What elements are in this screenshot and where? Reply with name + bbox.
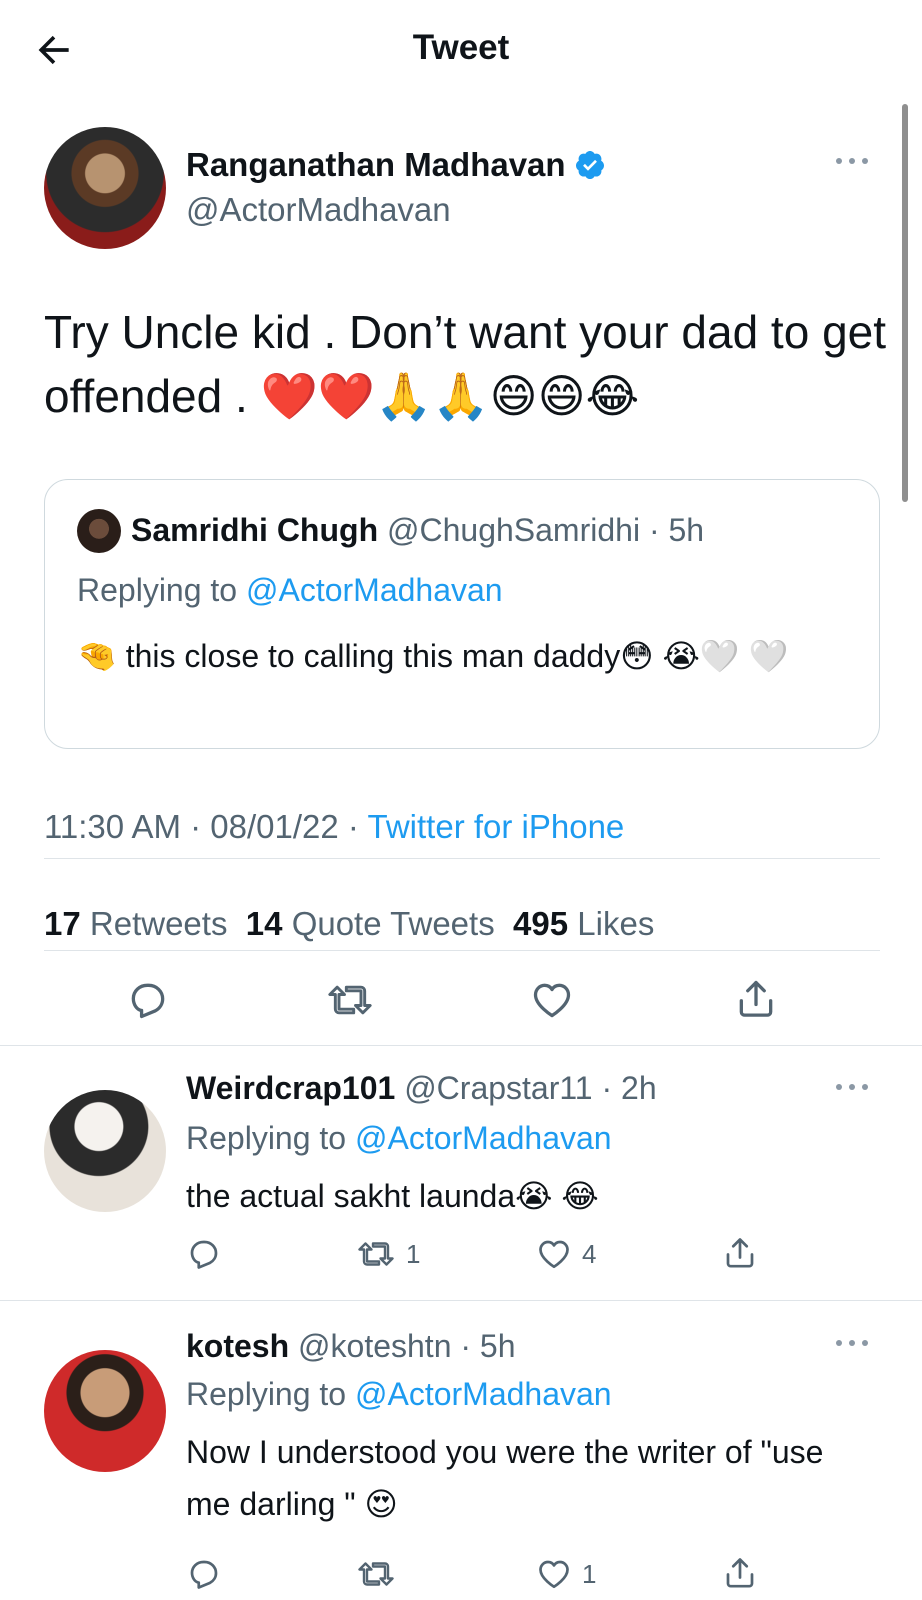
more-horizontal-icon[interactable] (834, 1082, 870, 1092)
retweet-icon (358, 1242, 394, 1266)
quoted-replying-to: Replying to @ActorMadhavan (77, 572, 503, 609)
retweet-button[interactable] (326, 978, 374, 1022)
retweet-button[interactable] (356, 1556, 396, 1592)
author-name-label: Ranganathan Madhavan (186, 146, 566, 183)
like-button[interactable]: 1 (536, 1556, 596, 1592)
quoted-author-name: Samridhi Chugh (131, 512, 379, 548)
replying-handle-link[interactable]: @ActorMadhavan (246, 572, 503, 608)
quoted-text: 🤏 this close to calling this man daddy😳 … (77, 638, 789, 674)
likes-count: 495 (513, 905, 569, 942)
retweets-count: 17 (44, 905, 81, 942)
retweet-button[interactable]: 1 (356, 1236, 420, 1272)
quoted-header: Samridhi Chugh @ChughSamridhi · 5h (131, 512, 704, 549)
author-avatar[interactable] (44, 127, 166, 249)
reply-replying-to: Replying to @ActorMadhavan (186, 1376, 612, 1413)
replying-handle-link[interactable]: @ActorMadhavan (355, 1120, 612, 1156)
retweets-stat[interactable]: 17 Retweets (44, 905, 227, 942)
reply-avatar[interactable] (44, 1090, 166, 1212)
reply-header: Weirdcrap101 @Crapstar11 · 2h (186, 1070, 657, 1107)
replying-handle-link[interactable]: @ActorMadhavan (355, 1376, 612, 1412)
more-horizontal-icon[interactable] (834, 1338, 870, 1348)
reply-button[interactable] (126, 978, 170, 1022)
like-button[interactable]: 4 (536, 1236, 596, 1272)
share-button[interactable] (734, 976, 778, 1022)
verified-badge-icon (575, 151, 604, 179)
reply-icon (190, 1240, 218, 1269)
retweets-label: Retweets (89, 905, 228, 942)
tweet-timestamp: 11:30 AM · 08/01/22 · Twitter for iPhone (44, 808, 624, 846)
reply-handle-time: @Crapstar11 · 2h (404, 1070, 657, 1106)
reply-handle-time: @koteshtn · 5h (298, 1328, 516, 1364)
source-link[interactable]: Twitter for iPhone (368, 808, 625, 845)
reply-icon (131, 983, 165, 1019)
reply-icon (190, 1560, 218, 1589)
divider (0, 1300, 922, 1301)
heart-icon (539, 1560, 569, 1589)
timestamp-text: 11:30 AM · 08/01/22 · (44, 808, 368, 845)
replying-prefix: Replying to (186, 1376, 355, 1412)
replying-prefix: Replying to (77, 572, 246, 608)
quotes-stat[interactable]: 14 Quote Tweets (246, 905, 495, 942)
share-icon (726, 1238, 754, 1268)
heart-icon (539, 1240, 569, 1269)
reply-text: the actual sakht launda😭 😂 (186, 1178, 599, 1214)
divider (44, 858, 880, 859)
retweet-icon (358, 1562, 394, 1586)
likes-label: Likes (577, 905, 655, 942)
share-button[interactable] (722, 1234, 758, 1272)
reply-button[interactable] (186, 1236, 222, 1272)
retweet-count: 1 (406, 1238, 421, 1269)
more-horizontal-icon[interactable] (834, 156, 870, 166)
tweet-stats: 17 Retweets 14 Quote Tweets 495 Likes (44, 905, 654, 943)
quotes-count: 14 (245, 905, 283, 942)
heart-icon (533, 983, 571, 1018)
quoted-author-avatar[interactable] (77, 509, 121, 553)
retweet-icon (328, 985, 372, 1015)
quoted-tweet[interactable]: Samridhi Chugh @ChughSamridhi · 5h Reply… (44, 479, 880, 749)
page-title: Tweet (412, 28, 510, 67)
quoted-handle-time: @ChughSamridhi · 5h (387, 512, 705, 548)
reply-author-name[interactable]: Weirdcrap101 (186, 1070, 395, 1106)
tweet-text: Try Uncle kid . Don’t want your dad to g… (44, 306, 887, 422)
likes-stat[interactable]: 495 Likes (513, 905, 654, 942)
reply-header: kotesh @koteshtn · 5h (186, 1328, 516, 1365)
divider (0, 1045, 922, 1046)
author-name[interactable]: Ranganathan Madhavan (186, 146, 606, 184)
like-count: 1 (582, 1558, 597, 1589)
divider (44, 950, 880, 951)
top-bar: Tweet (0, 0, 922, 100)
share-button[interactable] (722, 1554, 758, 1592)
share-icon (739, 980, 773, 1017)
like-count: 4 (582, 1238, 597, 1269)
like-button[interactable] (530, 978, 574, 1022)
reply-avatar[interactable] (44, 1350, 166, 1472)
replying-prefix: Replying to (186, 1120, 355, 1156)
reply-author-name[interactable]: kotesh (186, 1328, 289, 1364)
reply-text: Now I understood you were the writer of … (186, 1434, 824, 1522)
author-handle[interactable]: @ActorMadhavan (186, 191, 451, 229)
reply-button[interactable] (186, 1556, 222, 1592)
reply-replying-to: Replying to @ActorMadhavan (186, 1120, 612, 1157)
scrollbar[interactable] (902, 104, 908, 502)
quotes-label: Quote Tweets (291, 905, 495, 942)
share-icon (726, 1558, 754, 1588)
